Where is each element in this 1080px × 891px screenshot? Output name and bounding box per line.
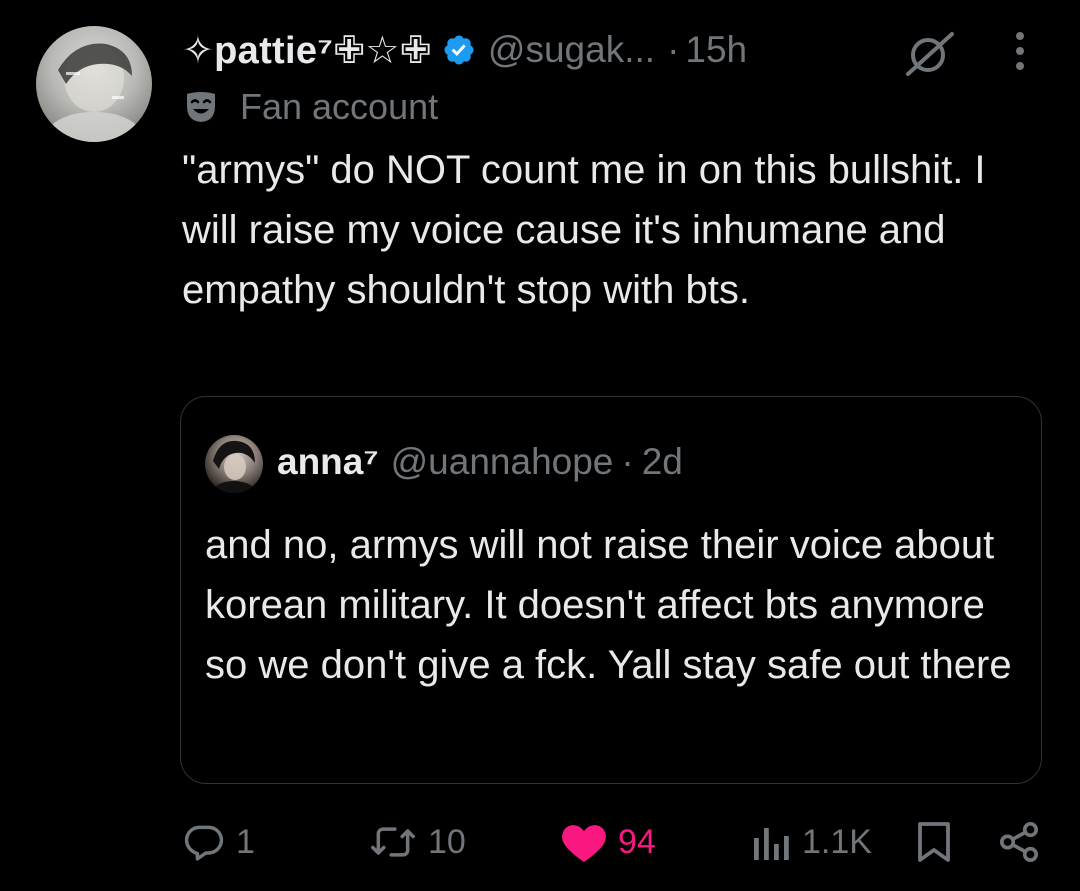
bookmark-button[interactable]	[914, 812, 954, 872]
grok-icon[interactable]	[904, 30, 956, 76]
like-count: 94	[618, 822, 656, 861]
separator-dot: ·	[667, 29, 680, 70]
heart-icon	[562, 825, 606, 862]
like-button[interactable]: 94	[560, 812, 656, 872]
quoted-tweet-timestamp[interactable]: 2d	[642, 441, 683, 483]
author-avatar[interactable]	[36, 26, 152, 142]
author-handle[interactable]: @sugak...	[488, 29, 655, 71]
quoted-author-handle[interactable]: @uannahope	[391, 441, 614, 483]
tweet[interactable]: ✧pattie⁷✙☆✙ @sugak... · 15h Fan account …	[0, 0, 1080, 891]
more-vertical-icon[interactable]	[1008, 30, 1032, 72]
repost-button[interactable]: 10	[368, 812, 466, 872]
author-header: ✧pattie⁷✙☆✙ @sugak... · 15h	[182, 26, 747, 74]
quoted-tweet[interactable]: anna⁷ @uannahope · 2d and no, armys will…	[180, 396, 1042, 784]
analytics-icon	[754, 828, 789, 860]
share-icon	[1000, 822, 1038, 862]
reply-count: 1	[236, 822, 255, 861]
quoted-tweet-text: and no, armys will not raise their voice…	[205, 523, 1012, 687]
automated-label: Fan account	[184, 86, 438, 128]
quoted-author-header: anna⁷ @uannahope · 2d	[277, 441, 683, 483]
repost-icon	[371, 827, 415, 857]
views-button[interactable]: 1.1K	[752, 812, 872, 872]
bookmark-icon	[918, 822, 950, 862]
action-bar: 1 10 94 1.1K	[0, 812, 1080, 872]
tweet-text: "armys" do NOT count me in on this bulls…	[182, 148, 997, 312]
reply-button[interactable]: 1	[182, 812, 255, 872]
tweet-timestamp[interactable]: 15h	[685, 29, 747, 71]
reply-icon	[184, 825, 224, 861]
author-display-name[interactable]: ✧pattie⁷✙☆✙	[182, 28, 432, 73]
verified-badge-icon	[444, 35, 474, 65]
quoted-author-avatar[interactable]	[205, 435, 263, 493]
repost-count: 10	[428, 822, 466, 861]
fan-account-label: Fan account	[240, 86, 439, 127]
quoted-author-display-name[interactable]: anna⁷	[277, 441, 379, 483]
views-count: 1.1K	[802, 822, 872, 861]
separator-dot: ·	[621, 441, 634, 482]
theater-mask-icon	[187, 92, 215, 122]
share-button[interactable]	[998, 812, 1040, 872]
